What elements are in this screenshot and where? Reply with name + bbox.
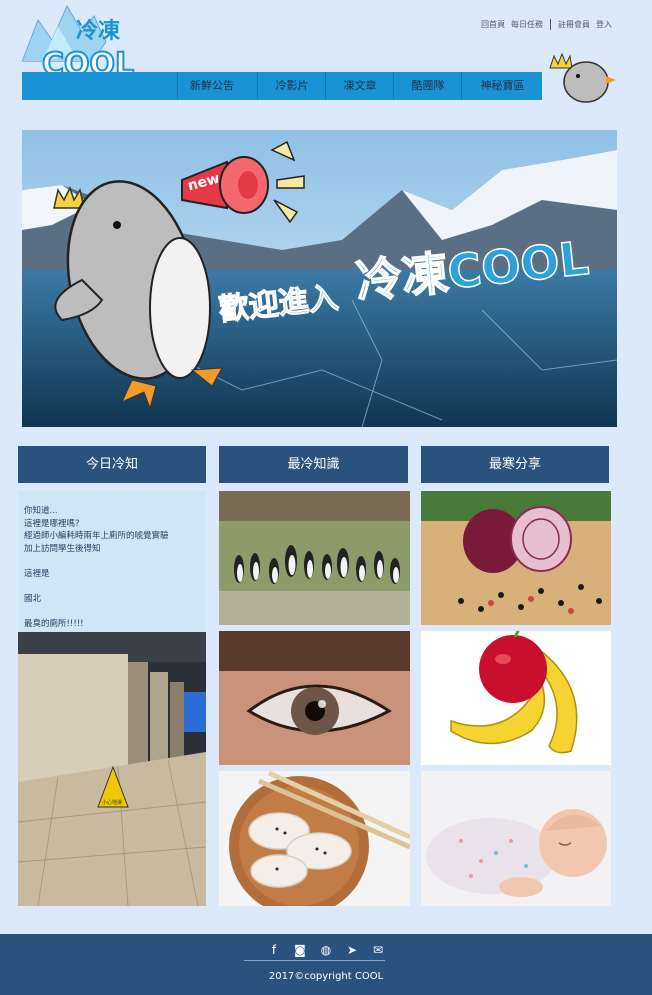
daily-task-link[interactable]: 每日任務 [511,19,543,30]
restroom-photo[interactable]: 小心地滑 [18,632,206,906]
nav-news[interactable]: 新鮮公告 [177,72,246,100]
top-links: 回首頁 每日任務 註冊會員 登入 [481,19,612,30]
fruit-photo[interactable] [421,631,611,765]
login-link[interactable]: 登入 [596,19,612,30]
copyright-text: 2017©copyright COOL [268,971,384,982]
baby-photo[interactable] [421,771,611,906]
site-footer: f ◙ ◍ ➤ ✉ 2017©copyright COOL [0,934,652,995]
twitter-icon[interactable]: ➤ [345,943,359,957]
nav-videos[interactable]: 冷影片 [257,72,326,100]
instagram-icon[interactable]: ◙ [293,943,307,957]
footer-divider [244,960,385,961]
line-icon[interactable]: ◍ [319,943,333,957]
nav-team[interactable]: 酷團隊 [393,72,462,100]
svg-text:冷凍: 冷凍 [76,18,121,44]
trivia-text: 你知道... 這裡是哪裡嗎? 經過師小編耗時兩年上廁所的唬覺實驗 加上訪問學生後… [18,491,206,632]
facebook-icon[interactable]: f [267,943,281,957]
hero-banner[interactable]: new 歡迎進入 冷凍COOL [22,130,617,427]
onion-photo[interactable] [421,491,611,625]
divider [550,19,551,30]
penguins-photo[interactable] [219,491,410,625]
register-link[interactable]: 註冊會員 [558,19,590,30]
col-head-cold-knowledge[interactable]: 最冷知識 [219,446,408,483]
main-nav: 新鮮公告 冷影片 凍文章 酷團隊 神秘寶區 [22,72,542,100]
social-icons: f ◙ ◍ ➤ ✉ [0,943,652,957]
mascot-bird-icon [549,52,616,103]
eye-photo[interactable] [219,631,410,765]
mail-icon[interactable]: ✉ [371,943,385,957]
svg-text:小心地滑: 小心地滑 [102,799,122,806]
home-link[interactable]: 回首頁 [481,19,505,30]
col-head-today[interactable]: 今日冷知 [18,446,206,483]
nav-secret[interactable]: 神秘寶區 [461,72,543,100]
dumplings-photo[interactable] [219,771,410,906]
col-head-share[interactable]: 最寒分享 [421,446,609,483]
nav-articles[interactable]: 凍文章 [325,72,394,100]
